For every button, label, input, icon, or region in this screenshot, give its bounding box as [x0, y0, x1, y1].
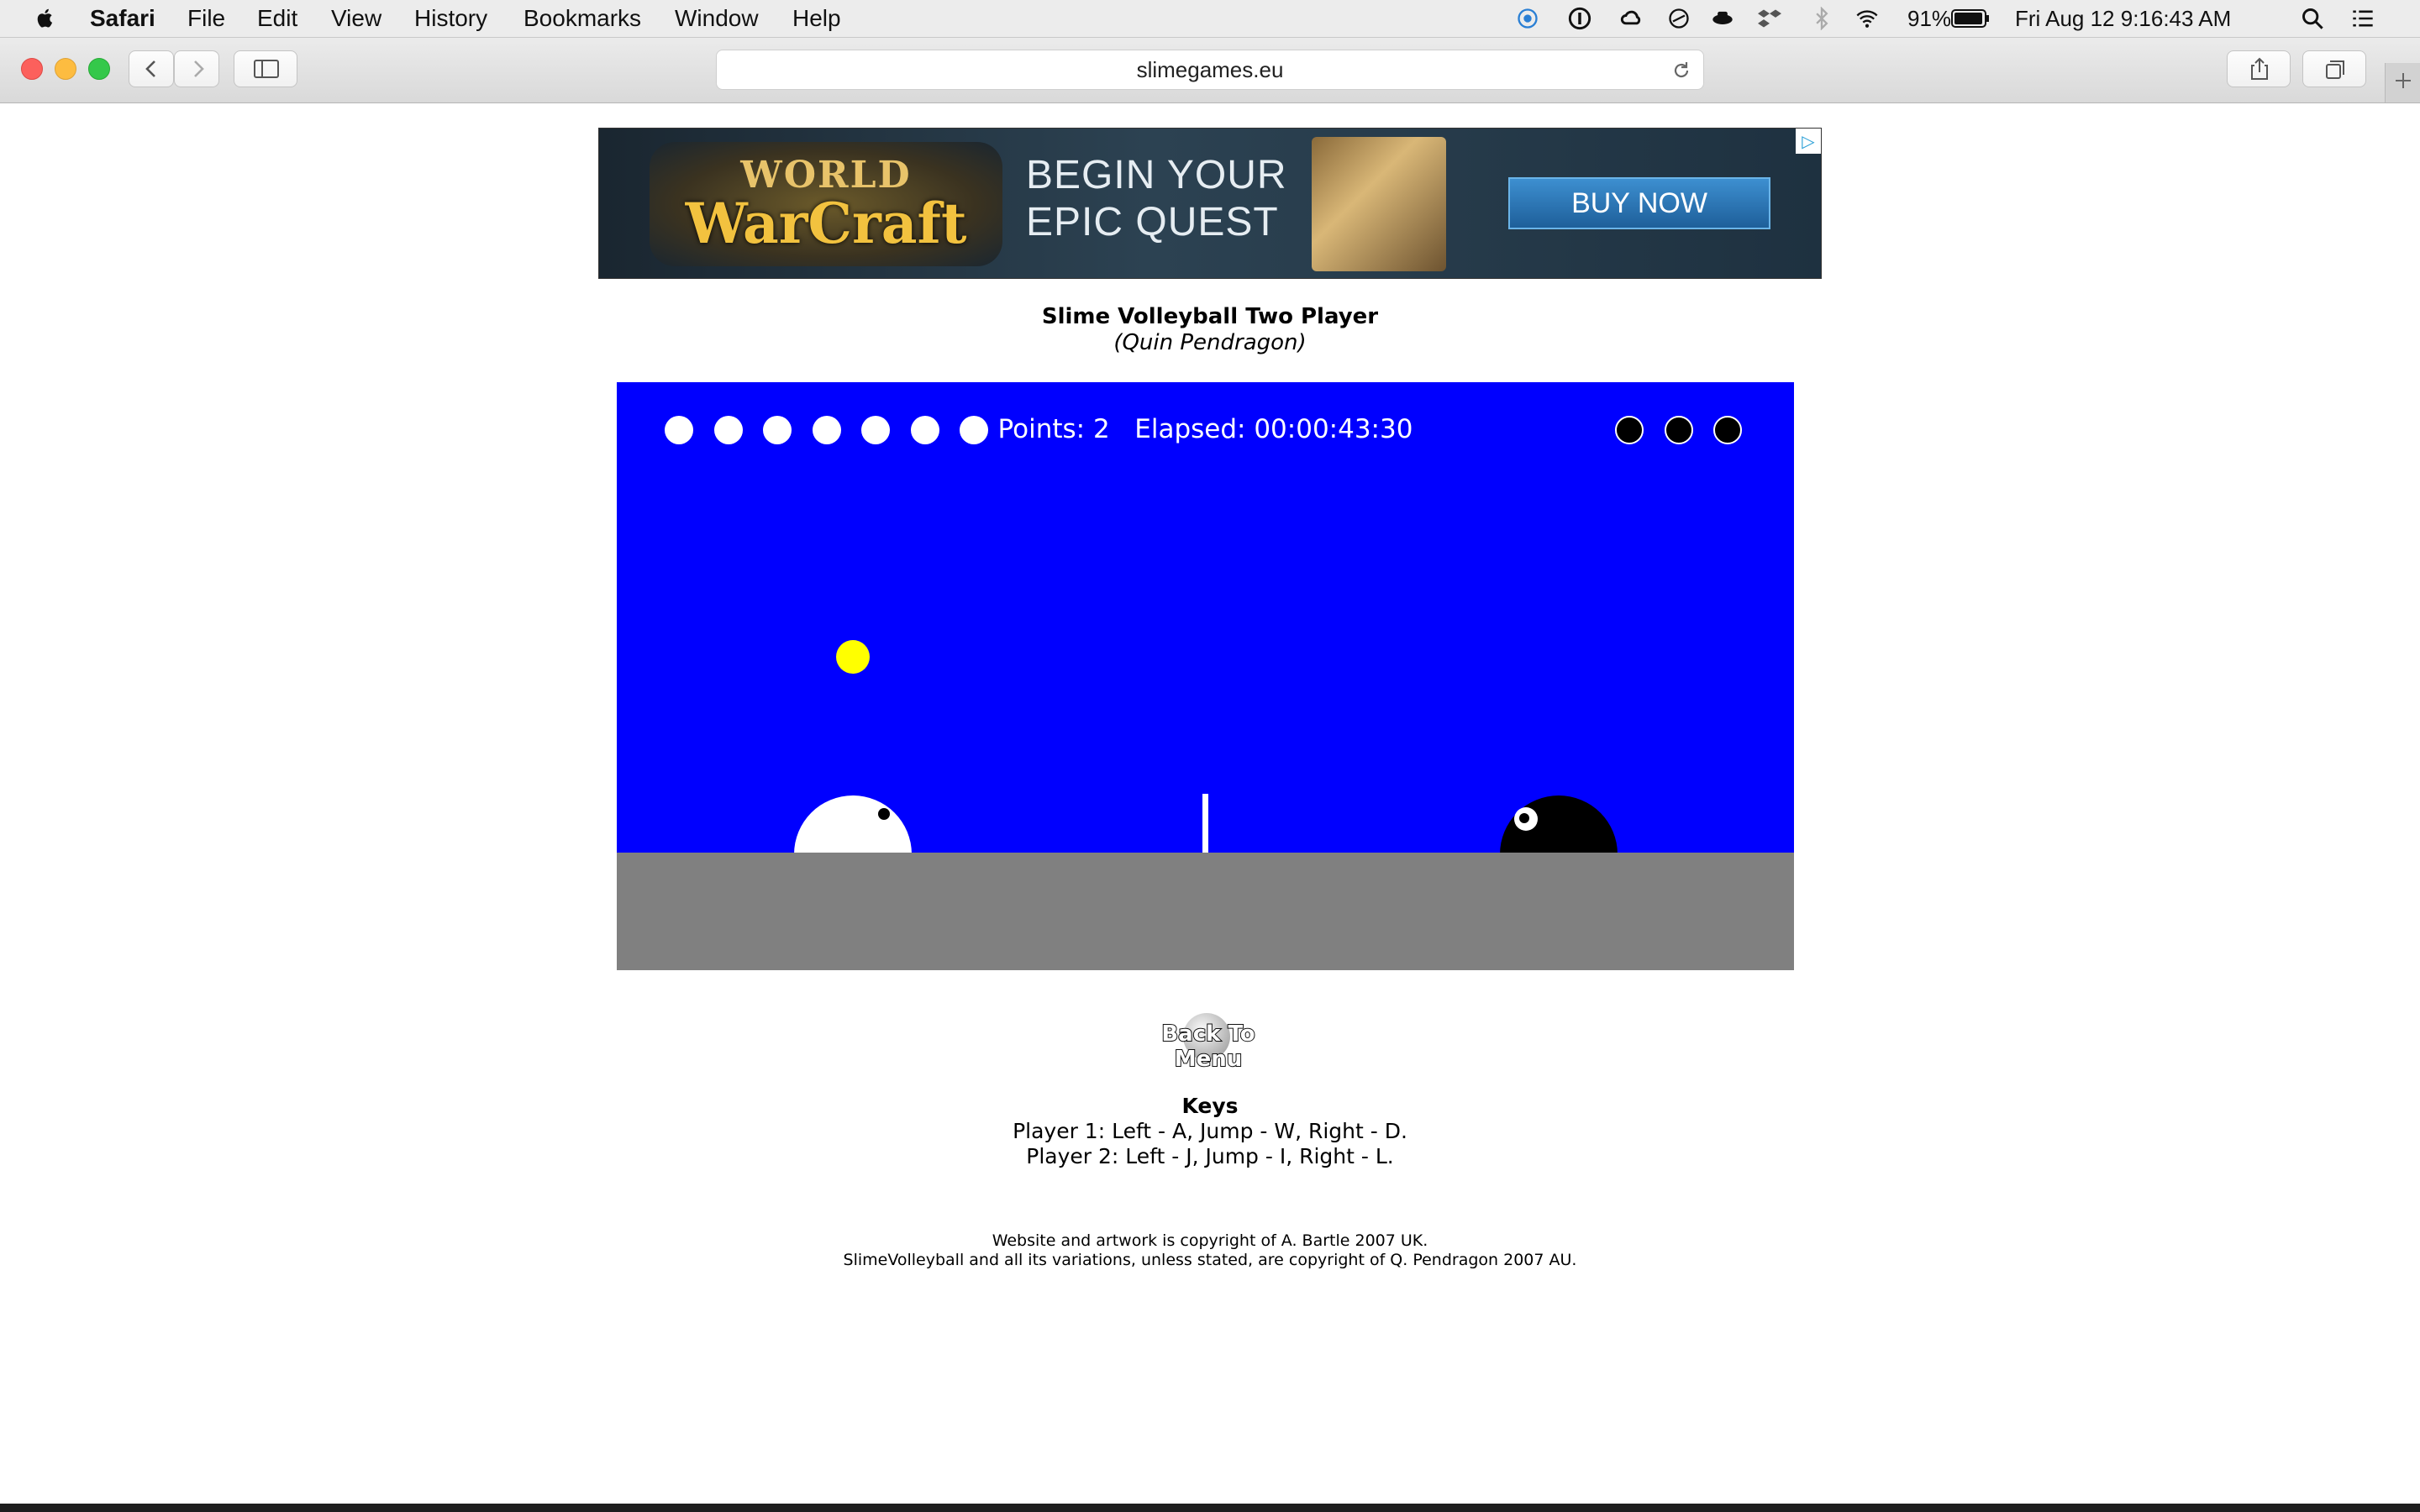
tabs-overview-button[interactable]: [2302, 50, 2366, 87]
dropbox-icon[interactable]: [1758, 7, 1781, 30]
player1-eye: [878, 808, 890, 820]
chevron-left-icon: [145, 60, 155, 77]
volleyball-net: [1202, 794, 1208, 854]
keys-heading: Keys: [1181, 1094, 1239, 1118]
player2-score-ball: [1615, 416, 1644, 444]
player2-score-ball: [1713, 416, 1742, 444]
url-text: slimegames.eu: [1136, 57, 1284, 82]
page-title: Slime Volleyball Two Player: [1041, 304, 1379, 329]
back-to-menu-label: Back To Menu: [1160, 1021, 1255, 1073]
minimize-window-button[interactable]: [55, 58, 76, 80]
player2-eye: [1514, 807, 1538, 831]
bluetooth-icon[interactable]: [1810, 7, 1833, 30]
buy-now-button[interactable]: BUY NOW: [1508, 177, 1770, 229]
incognito-icon[interactable]: [1711, 7, 1734, 30]
product-box-image: [1312, 137, 1446, 271]
menu-view[interactable]: View: [331, 0, 381, 37]
password-manager-icon[interactable]: [1568, 7, 1591, 30]
footer-copyright-2: SlimeVolleyball and all its variations, …: [843, 1251, 1577, 1269]
player1-slime: [794, 795, 912, 854]
menu-file[interactable]: File: [187, 0, 225, 37]
reload-icon[interactable]: [1671, 60, 1691, 81]
logo-main-text: WarCraft: [685, 191, 967, 256]
footer-copyright-1: Website and artwork is copyright of A. B…: [992, 1231, 1428, 1250]
new-tab-button[interactable]: [2385, 63, 2420, 102]
ad-headline: BEGIN YOUR EPIC QUEST: [1026, 152, 1287, 246]
menu-bar: Safari File Edit View History Bookmarks …: [0, 0, 2420, 38]
notification-center-icon[interactable]: [2351, 7, 2375, 30]
battery-icon[interactable]: [1951, 9, 1990, 28]
volleyball: [836, 640, 870, 674]
ad-banner[interactable]: WORLD WarCraft BEGIN YOUR EPIC QUEST BUY…: [598, 128, 1822, 279]
share-icon: [2251, 57, 2268, 80]
tabs-icon: [2326, 60, 2344, 79]
address-bar[interactable]: slimegames.eu: [716, 50, 1704, 90]
game-logo: WORLD WarCraft: [650, 142, 1002, 266]
menu-edit[interactable]: Edit: [257, 0, 297, 37]
menu-help[interactable]: Help: [792, 0, 841, 37]
wifi-icon[interactable]: [1855, 7, 1879, 30]
ad-headline-line1: BEGIN YOUR: [1026, 153, 1287, 197]
back-button[interactable]: [129, 50, 174, 87]
court-ground: [617, 853, 1794, 970]
window-bottom-edge: [0, 1504, 2420, 1512]
sidebar-button[interactable]: [234, 50, 297, 87]
spotlight-search-icon[interactable]: [2301, 7, 2324, 30]
menu-bookmarks[interactable]: Bookmarks: [523, 0, 641, 37]
share-button[interactable]: [2227, 50, 2291, 87]
player2-score-ball: [1664, 416, 1693, 444]
zoom-window-button[interactable]: [88, 58, 110, 80]
menu-history[interactable]: History: [414, 0, 487, 37]
menu-window[interactable]: Window: [675, 0, 759, 37]
apple-icon[interactable]: [34, 7, 57, 30]
battery-percent: 91%: [1907, 6, 1952, 31]
player2-pupil: [1519, 813, 1529, 823]
close-window-button[interactable]: [21, 58, 43, 80]
adchoices-icon[interactable]: ▷: [1796, 129, 1821, 154]
forward-button[interactable]: [174, 50, 219, 87]
sidebar-icon: [254, 60, 279, 78]
sync-icon[interactable]: [1667, 7, 1691, 30]
creative-cloud-icon[interactable]: [1620, 7, 1644, 30]
app-menu-safari[interactable]: Safari: [90, 0, 155, 37]
back-to-menu-button[interactable]: Back To Menu: [1133, 1013, 1284, 1073]
clock[interactable]: Fri Aug 12 9:16:43 AM: [2015, 0, 2231, 37]
keys-player1: Player 1: Left - A, Jump - W, Right - D.: [1013, 1119, 1407, 1143]
browser-toolbar: slimegames.eu: [0, 38, 2420, 103]
keys-player2: Player 2: Left - J, Jump - I, Right - L.: [1026, 1144, 1394, 1168]
cloud-sync-icon[interactable]: [1516, 7, 1539, 30]
chevron-right-icon: [194, 60, 204, 77]
ad-headline-line2: EPIC QUEST: [1026, 200, 1279, 244]
player2-slime: [1500, 795, 1618, 854]
page-author: (Quin Pendragon): [1113, 330, 1307, 355]
game-canvas[interactable]: Points: 2 Elapsed: 00:00:43:30: [617, 382, 1794, 970]
plus-icon: [2396, 73, 2411, 88]
